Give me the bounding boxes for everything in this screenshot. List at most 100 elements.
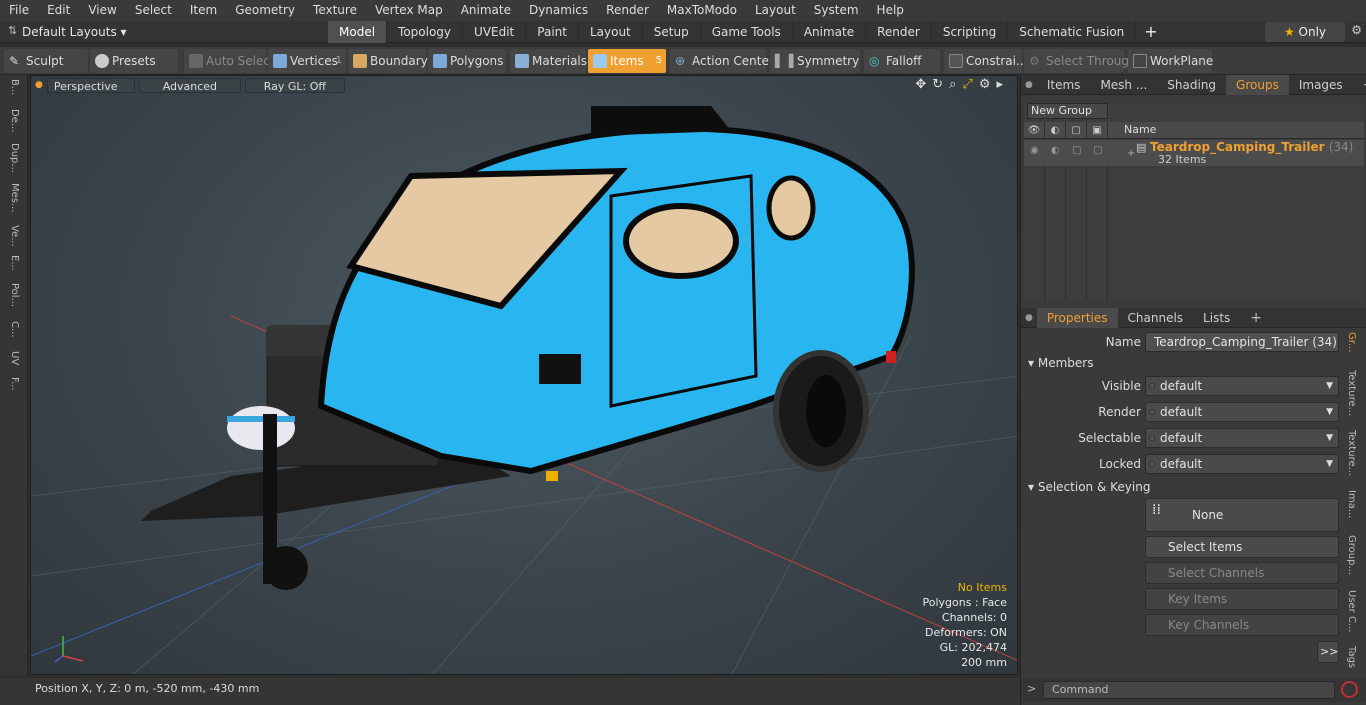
side-tab-group-2[interactable]: Group...	[1346, 535, 1357, 575]
tab-shading[interactable]: Shading	[1157, 75, 1226, 95]
shading-advanced-button[interactable]: Advanced	[138, 77, 241, 93]
name-column-header[interactable]: Name	[1124, 123, 1156, 136]
visibility-col-icon[interactable]: 👁	[1024, 122, 1045, 139]
layouts-dropdown[interactable]: Default Layouts ▾	[22, 21, 127, 43]
tab-groups[interactable]: Groups	[1226, 74, 1289, 95]
selectable-key-icon[interactable]	[1149, 435, 1155, 441]
selection-keying-section[interactable]: ▾ Selection & Keying	[1028, 480, 1150, 494]
panel-menu-icon[interactable]: ●	[1021, 80, 1037, 90]
workplane-button[interactable]: WorkPlane	[1128, 49, 1213, 73]
only-toggle[interactable]: ★ Only	[1265, 22, 1345, 42]
viewport-expand-icon[interactable]: ▸	[996, 77, 1003, 92]
expand-group-icon[interactable]: +	[1127, 148, 1135, 159]
move-view-icon[interactable]: ✥	[915, 77, 926, 92]
rotate-view-icon[interactable]: ↻	[932, 77, 943, 92]
left-tab-mesh[interactable]: Mes...	[6, 183, 20, 213]
render-col-icon[interactable]: ◐	[1045, 122, 1066, 139]
tab-channels[interactable]: Channels	[1118, 308, 1194, 328]
add-props-tab-icon[interactable]: +	[1240, 308, 1272, 328]
falloff-button[interactable]: ◎ Falloff	[864, 49, 940, 73]
expand-icon[interactable]: ⇅	[8, 24, 17, 37]
side-tab-image[interactable]: Ima...	[1346, 490, 1357, 518]
menu-edit[interactable]: Edit	[38, 0, 79, 21]
fit-view-icon[interactable]: ⤢	[962, 77, 972, 92]
group-lock-icon[interactable]: ▢	[1072, 145, 1081, 156]
tab-properties[interactable]: Properties	[1036, 307, 1118, 328]
tab-items[interactable]: Items	[1037, 75, 1091, 95]
constraints-button[interactable]: Constrai...	[944, 49, 1027, 73]
tab-scripting[interactable]: Scripting	[932, 21, 1009, 43]
left-tab-uv[interactable]: UV	[6, 351, 20, 365]
new-group-button[interactable]: New Group	[1027, 103, 1108, 119]
left-tab-curve[interactable]: C...	[6, 321, 20, 338]
left-tab-vertex[interactable]: Ve...	[6, 225, 20, 247]
group-render-icon[interactable]: ◐	[1051, 145, 1060, 156]
3d-viewport[interactable]: ● Perspective Advanced Ray GL: Off ✥ ↻ ⌕…	[30, 75, 1018, 675]
tab-topology[interactable]: Topology	[387, 21, 464, 43]
tab-uvedit[interactable]: UVEdit	[463, 21, 527, 43]
polygons-button[interactable]: Polygons	[428, 49, 506, 73]
boundary-button[interactable]: Boundary	[348, 49, 428, 73]
zoom-view-icon[interactable]: ⌕	[949, 77, 956, 92]
left-tab-polygon[interactable]: Pol...	[6, 283, 20, 307]
menu-dynamics[interactable]: Dynamics	[520, 0, 597, 21]
record-icon[interactable]	[1341, 681, 1358, 698]
select-through-button[interactable]: ⚙ Select Through	[1024, 49, 1137, 73]
side-tab-user-channels[interactable]: User C...	[1346, 590, 1357, 633]
left-tab-fusion[interactable]: F...	[6, 377, 20, 391]
view-perspective-button[interactable]: Perspective	[46, 77, 135, 93]
menu-render[interactable]: Render	[597, 0, 658, 21]
menu-item[interactable]: Item	[181, 0, 226, 21]
more-button[interactable]: >>	[1317, 641, 1339, 663]
materials-button[interactable]: Materials	[510, 49, 587, 73]
lock-col-icon[interactable]: ▢	[1066, 122, 1087, 139]
left-tab-deform[interactable]: De...	[6, 109, 20, 132]
key-channels-button[interactable]: Key Channels	[1145, 614, 1339, 636]
menu-animate[interactable]: Animate	[452, 0, 520, 21]
tab-animate[interactable]: Animate	[793, 21, 867, 43]
tab-images[interactable]: Images	[1289, 75, 1353, 95]
menu-maxtomodo[interactable]: MaxToModo	[658, 0, 746, 21]
none-button[interactable]: ⁞⁞ None	[1145, 498, 1339, 532]
side-tab-group[interactable]: Gr...	[1346, 332, 1357, 352]
auto-select-button[interactable]: Auto Select	[184, 49, 275, 73]
tab-game-tools[interactable]: Game Tools	[701, 21, 793, 43]
visible-key-icon[interactable]	[1149, 383, 1155, 389]
menu-help[interactable]: Help	[868, 0, 913, 21]
raygl-button[interactable]: Ray GL: Off	[244, 77, 345, 93]
left-tab-basic[interactable]: B...	[6, 79, 20, 95]
tab-setup[interactable]: Setup	[643, 21, 701, 43]
menu-select[interactable]: Select	[126, 0, 181, 21]
action-center-button[interactable]: ⊕ Action Center	[670, 49, 774, 73]
tab-paint[interactable]: Paint	[526, 21, 579, 43]
viewport-menu-icon[interactable]: ●	[35, 80, 43, 90]
side-tab-tags[interactable]: Tags	[1346, 646, 1357, 668]
add-panel-tab-icon[interactable]: +	[1353, 75, 1366, 95]
menu-file[interactable]: File	[0, 0, 38, 21]
menu-system[interactable]: System	[805, 0, 868, 21]
tab-layout[interactable]: Layout	[579, 21, 643, 43]
command-input[interactable]: Command	[1043, 681, 1335, 699]
side-tab-texture-2[interactable]: Texture...	[1346, 430, 1357, 476]
menu-view[interactable]: View	[79, 0, 125, 21]
tab-render[interactable]: Render	[866, 21, 932, 43]
group-row[interactable]: ◉ ◐ ▢ ▢ + ▤ Teardrop_Camping_Trailer (34…	[1024, 140, 1364, 166]
tab-schematic-fusion[interactable]: Schematic Fusion	[1008, 21, 1137, 43]
select-col-icon[interactable]: ▣	[1087, 122, 1108, 139]
visible-dropdown[interactable]: default ▼	[1145, 376, 1339, 396]
menu-texture[interactable]: Texture	[304, 0, 366, 21]
side-tab-texture-1[interactable]: Texture...	[1346, 370, 1357, 416]
tab-model[interactable]: Model	[328, 21, 388, 43]
key-items-button[interactable]: Key Items	[1145, 588, 1339, 610]
left-tab-edge[interactable]: E...	[6, 255, 20, 271]
locked-dropdown[interactable]: default ▼	[1145, 454, 1339, 474]
sculpt-button[interactable]: ✎ Sculpt	[4, 49, 88, 73]
props-menu-icon[interactable]: ●	[1021, 313, 1037, 323]
tab-lists[interactable]: Lists	[1193, 308, 1240, 328]
select-items-button[interactable]: Select Items	[1145, 536, 1339, 558]
menu-layout[interactable]: Layout	[746, 0, 805, 21]
items-button[interactable]: Items 5	[588, 49, 666, 73]
add-tab-icon[interactable]: +	[1136, 21, 1165, 43]
name-input[interactable]: Teardrop_Camping_Trailer (34)	[1145, 332, 1339, 352]
group-visible-icon[interactable]: ◉	[1030, 145, 1039, 156]
